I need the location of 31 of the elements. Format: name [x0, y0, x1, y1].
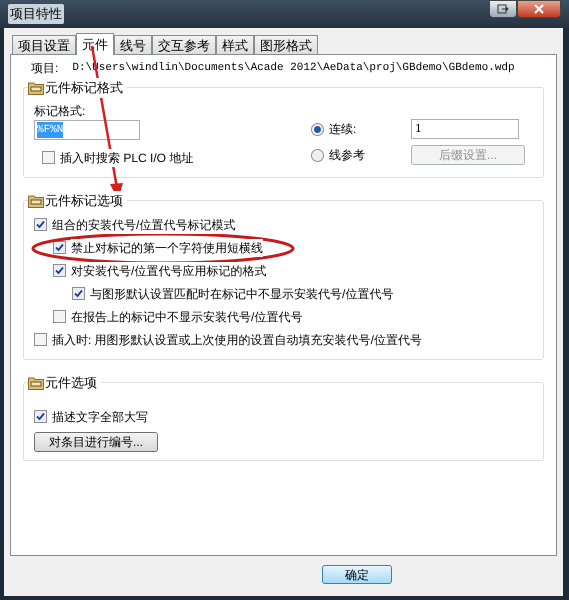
tab[interactable]: 项目设置	[12, 35, 76, 54]
checkmark-icon	[55, 243, 64, 252]
folder-icon	[28, 194, 44, 208]
checkmark-icon	[55, 266, 64, 275]
folder-icon	[28, 376, 44, 390]
sequential-input[interactable]: 1	[411, 119, 519, 139]
checkbox[interactable]: 禁止对标记的第一个字符使用短横线	[53, 236, 525, 259]
checkbox[interactable]: 在报告上的标记中不显示安装代号/位置代号	[53, 305, 525, 328]
tab[interactable]: 样式	[216, 35, 254, 54]
radio-button[interactable]: 连续:	[311, 119, 411, 139]
close-icon	[534, 4, 544, 14]
project-label: 项目:	[31, 60, 58, 77]
checkbox[interactable]: 对安装代号/位置代号应用标记的格式	[53, 259, 525, 282]
checkbox[interactable]: 描述文字全部大写	[34, 405, 525, 428]
checkmark-icon	[74, 289, 83, 298]
checkmark-icon	[36, 220, 45, 229]
radio-button[interactable]: 线参考	[311, 145, 411, 165]
tab[interactable]: 图形格式	[254, 35, 318, 54]
format-label: 标记格式:	[34, 103, 86, 118]
window-title: 项目特性	[8, 4, 64, 24]
tab[interactable]: 线号	[114, 35, 152, 54]
group-title: 元件标记格式	[45, 78, 123, 98]
tab[interactable]: 交互参考	[152, 35, 216, 54]
close-button[interactable]	[517, 0, 561, 18]
checkmark-icon	[36, 412, 45, 421]
ok-button[interactable]: 确定	[322, 565, 392, 584]
checkbox[interactable]: 插入时搜索 PLC I/O 地址	[42, 146, 303, 169]
renumber-button[interactable]: 对条目进行编号...	[34, 432, 158, 452]
checkbox[interactable]: 组合的安装代号/位置代号标记模式	[34, 213, 525, 236]
folder-icon	[28, 80, 44, 95]
exit-icon	[497, 4, 509, 14]
